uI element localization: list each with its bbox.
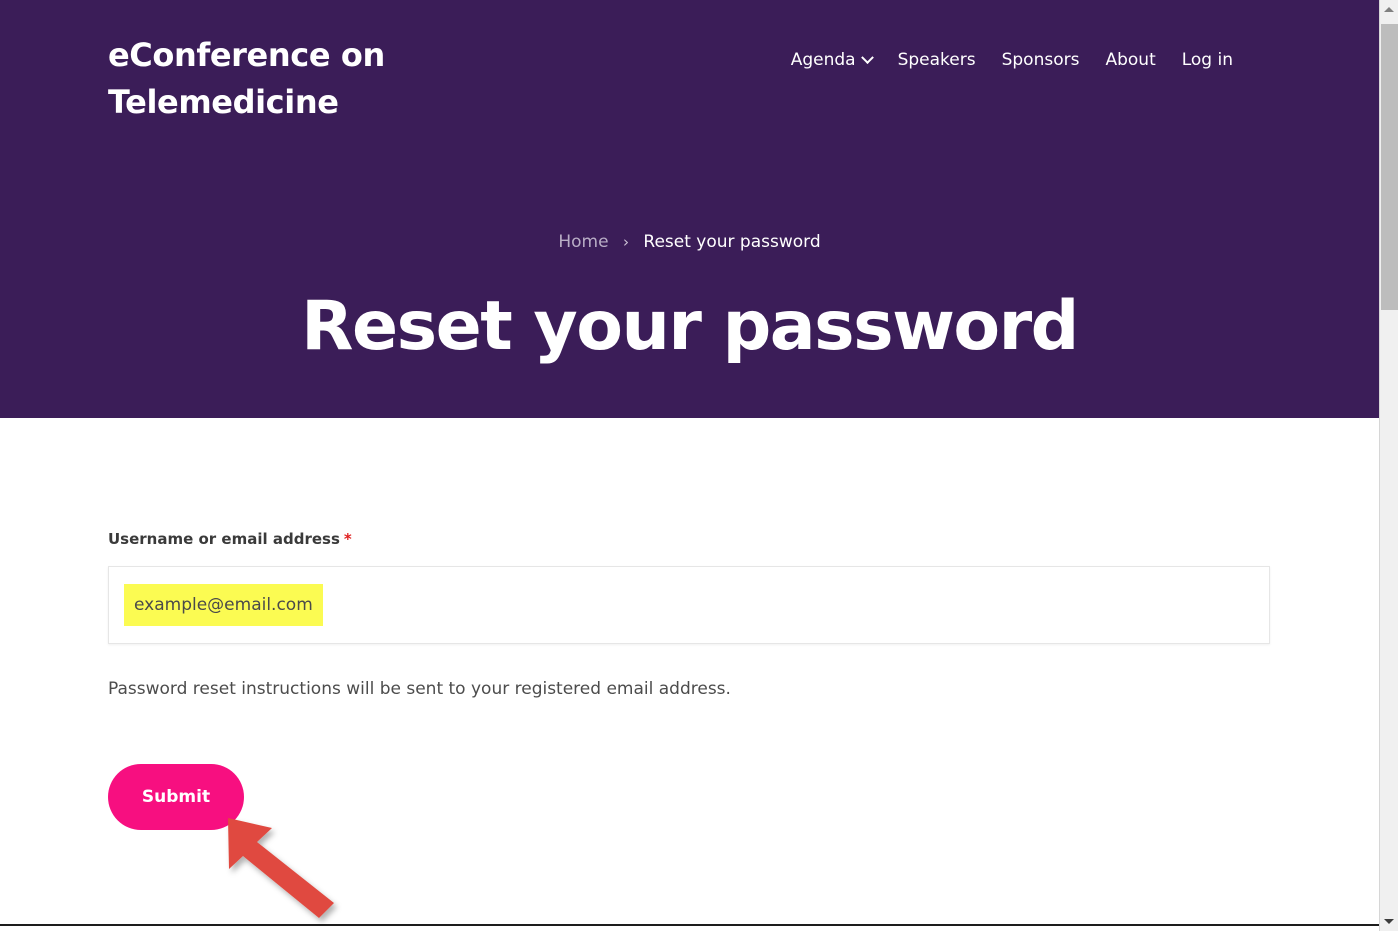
nav-item-about[interactable]: About xyxy=(1105,48,1155,72)
nav-item-label: Agenda xyxy=(790,50,856,70)
site-logo-title[interactable]: eConference on Telemedicine xyxy=(108,32,528,126)
breadcrumb-home-link[interactable]: Home xyxy=(558,232,608,252)
scrollbar-thumb[interactable] xyxy=(1381,24,1398,310)
triangle-down-icon xyxy=(1384,919,1394,924)
username-or-email-input[interactable]: example@email.com xyxy=(108,566,1270,644)
scrollbar-down-button[interactable] xyxy=(1380,912,1398,931)
username-input-value: example@email.com xyxy=(124,584,323,626)
breadcrumb-current-page: Reset your password xyxy=(643,232,821,252)
reset-password-form: Username or email address * example@email… xyxy=(0,418,1379,926)
breadcrumb: Home › Reset your password xyxy=(0,230,1379,254)
submit-button[interactable]: Submit xyxy=(108,764,244,830)
breadcrumb-separator-icon: › xyxy=(622,233,629,251)
form-help-text: Password reset instructions will be sent… xyxy=(108,679,731,699)
username-field-label-text: Username or email address xyxy=(108,530,340,548)
hero-banner: eConference on Telemedicine Agenda Speak… xyxy=(0,0,1379,418)
main-navigation: Agenda Speakers Sponsors About Log in xyxy=(791,48,1233,72)
username-field-label: Username or email address * xyxy=(108,529,352,550)
page-content: eConference on Telemedicine Agenda Speak… xyxy=(0,0,1379,926)
nav-item-sponsors[interactable]: Sponsors xyxy=(1002,48,1080,72)
browser-viewport: eConference on Telemedicine Agenda Speak… xyxy=(0,0,1398,931)
scrollbar-up-button[interactable] xyxy=(1380,0,1398,19)
triangle-up-icon xyxy=(1384,7,1394,12)
bottom-divider xyxy=(0,924,1379,926)
required-marker: * xyxy=(343,530,352,548)
vertical-scrollbar[interactable] xyxy=(1379,0,1398,931)
page-title: Reset your password xyxy=(301,287,1079,366)
chevron-down-icon xyxy=(860,50,874,64)
nav-item-agenda[interactable]: Agenda xyxy=(790,48,874,72)
nav-item-log-in[interactable]: Log in xyxy=(1182,48,1233,72)
nav-item-speakers[interactable]: Speakers xyxy=(898,48,976,72)
